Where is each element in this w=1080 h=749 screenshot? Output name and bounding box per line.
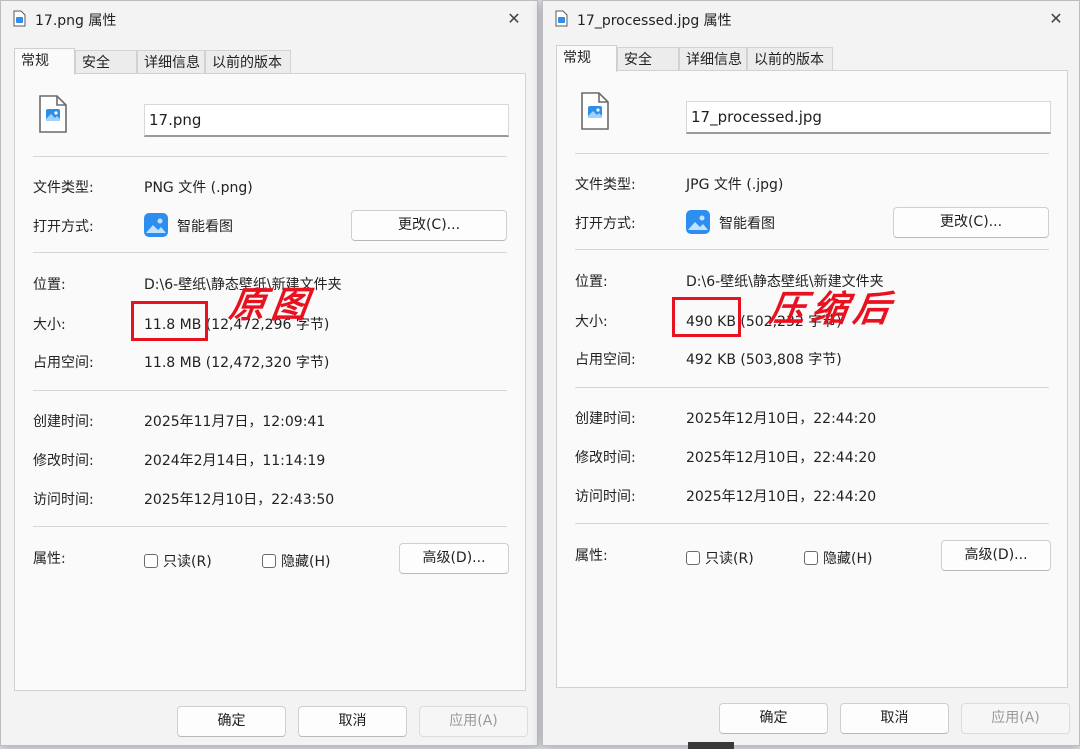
change-button[interactable]: 更改(C)... [893,207,1049,238]
size-label: 大小: [33,317,66,333]
modified-value: 2025年12月10日，22:44:20 [686,450,877,466]
apply-button[interactable]: 应用(A) [419,706,528,737]
window-title: 17.png 属性 [35,13,117,29]
checkbox-box[interactable] [144,554,158,568]
size-highlight-box [672,297,741,337]
size-on-disk-value: 492 KB (503,808 字节) [686,352,842,368]
hidden-checkbox[interactable]: 隐藏(H) [262,551,330,571]
created-value: 2025年12月10日，22:44:20 [686,411,877,427]
readonly-checkbox[interactable]: 只读(R) [686,548,754,568]
modified-value: 2024年2月14日，11:14:19 [144,453,326,469]
filename-input[interactable] [144,104,509,137]
annotation-compressed: 压缩后 [766,288,899,330]
divider [575,249,1049,250]
divider [575,387,1049,388]
smart-viewer-app-icon [144,213,168,237]
close-button[interactable]: ✕ [501,7,527,31]
change-button[interactable]: 更改(C)... [351,210,507,241]
filename-input[interactable] [686,101,1051,134]
divider [575,523,1049,524]
divider [33,390,507,391]
ok-button[interactable]: 确定 [177,706,286,737]
accessed-value: 2025年12月10日，22:44:20 [686,489,877,505]
accessed-value: 2025年12月10日，22:43:50 [144,492,335,508]
accessed-label: 访问时间: [33,492,94,508]
cancel-button[interactable]: 取消 [840,703,949,734]
location-label: 位置: [575,274,608,290]
created-value: 2025年11月7日，12:09:41 [144,414,326,430]
general-panel: 文件类型: JPG 文件 (.jpg) 打开方式: 智能看图 更改(C)... … [556,70,1068,688]
hidden-checkbox[interactable]: 隐藏(H) [804,548,872,568]
advanced-button[interactable]: 高级(D)... [399,543,509,574]
tab-security[interactable]: 安全 [75,50,137,74]
file-type-value: JPG 文件 (.jpg) [686,177,784,193]
tab-general[interactable]: 常规 [14,48,75,75]
file-icon [555,10,568,27]
modified-label: 修改时间: [575,450,636,466]
file-type-label: 文件类型: [575,177,636,193]
tab-security[interactable]: 安全 [617,47,679,71]
divider [33,526,507,527]
title-bar[interactable]: 17_processed.jpg 属性 ✕ [543,1,1079,37]
created-label: 创建时间: [575,411,636,427]
tab-previous-versions[interactable]: 以前的版本 [205,50,291,74]
divider [575,153,1049,154]
divider [33,252,507,253]
apply-button[interactable]: 应用(A) [961,703,1070,734]
image-file-icon [39,95,67,133]
close-button[interactable]: ✕ [1043,7,1069,31]
readonly-label: 只读(R) [705,551,754,567]
cancel-button[interactable]: 取消 [298,706,407,737]
smart-viewer-app-icon [686,210,710,234]
accessed-label: 访问时间: [575,489,636,505]
size-on-disk-label: 占用空间: [33,355,94,371]
readonly-label: 只读(R) [163,554,212,570]
checkbox-box[interactable] [804,551,818,565]
open-with-label: 打开方式: [575,216,636,232]
file-icon [13,10,26,27]
properties-dialog-processed: 17_processed.jpg 属性 ✕ 常规 安全 详细信息 以前的版本 文… [542,0,1080,746]
divider [33,156,507,157]
open-with-label: 打开方式: [33,219,94,235]
size-on-disk-label: 占用空间: [575,352,636,368]
title-bar[interactable]: 17.png 属性 ✕ [1,1,537,37]
window-title: 17_processed.jpg 属性 [577,13,732,29]
attributes-label: 属性: [33,551,66,567]
open-with-value: 智能看图 [177,219,233,235]
ok-button[interactable]: 确定 [719,703,828,734]
size-on-disk-value: 11.8 MB (12,472,320 字节) [144,355,330,371]
checkbox-box[interactable] [686,551,700,565]
created-label: 创建时间: [33,414,94,430]
image-file-icon [581,92,609,130]
properties-dialog-original: 17.png 属性 ✕ 常规 安全 详细信息 以前的版本 文件类型: PNG 文… [0,0,538,746]
advanced-button[interactable]: 高级(D)... [941,540,1051,571]
hidden-label: 隐藏(H) [281,554,331,570]
hidden-label: 隐藏(H) [823,551,873,567]
tab-details[interactable]: 详细信息 [679,47,747,71]
file-type-value: PNG 文件 (.png) [144,180,253,196]
tab-previous-versions[interactable]: 以前的版本 [747,47,833,71]
modified-label: 修改时间: [33,453,94,469]
annotation-original: 原图 [226,284,317,326]
file-type-label: 文件类型: [33,180,94,196]
tab-details[interactable]: 详细信息 [137,50,205,74]
size-label: 大小: [575,314,608,330]
open-with-value: 智能看图 [719,216,775,232]
taskbar-fragment [688,742,734,749]
location-label: 位置: [33,277,66,293]
readonly-checkbox[interactable]: 只读(R) [144,551,212,571]
size-highlight-box [131,301,208,341]
checkbox-box[interactable] [262,554,276,568]
attributes-label: 属性: [575,548,608,564]
tab-general[interactable]: 常规 [556,45,617,72]
general-panel: 文件类型: PNG 文件 (.png) 打开方式: 智能看图 更改(C)... … [14,73,526,691]
